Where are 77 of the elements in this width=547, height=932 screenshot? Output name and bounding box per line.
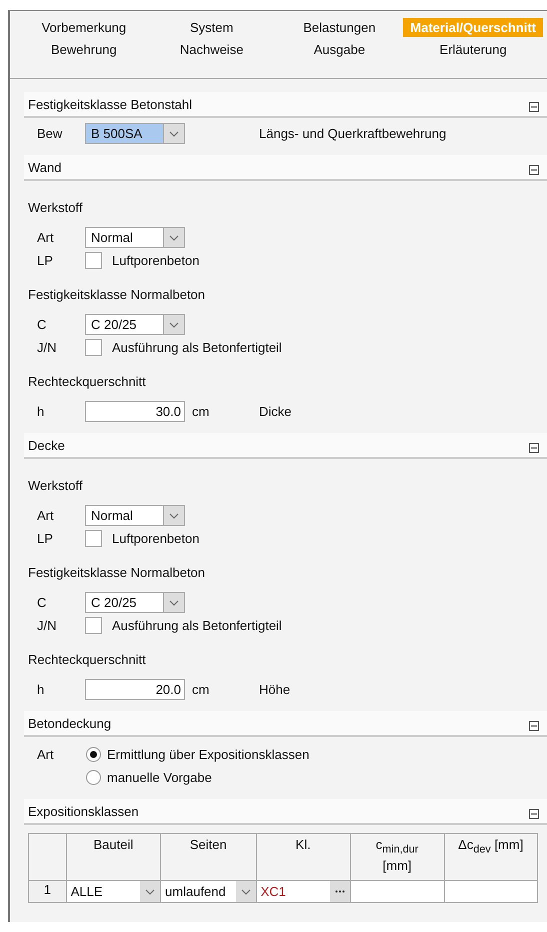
column-header: Δc$_{dev}$ [mm] bbox=[444, 834, 538, 880]
radio-button[interactable] bbox=[86, 747, 101, 762]
field-label: C bbox=[36, 595, 48, 610]
dropdown[interactable]: C 20/25 bbox=[85, 314, 185, 335]
dropdown[interactable]: B 500SA bbox=[85, 123, 185, 144]
field-label: Bew bbox=[36, 126, 64, 141]
column-header: Seiten bbox=[160, 834, 256, 880]
picker-cell[interactable]: XC1 bbox=[256, 880, 350, 902]
chevron-icon bbox=[169, 600, 179, 606]
section-title: Wand bbox=[28, 160, 62, 174]
field-description: Dicke bbox=[259, 404, 292, 419]
dropdown[interactable]: Normal bbox=[85, 227, 185, 248]
field-label: h bbox=[36, 682, 46, 697]
more-icon bbox=[334, 890, 345, 893]
subsection-heading: Werkstoff bbox=[28, 477, 84, 495]
field-description: Längs- und Querkraftbewehrung bbox=[259, 126, 446, 141]
chevron-icon bbox=[169, 512, 179, 518]
dropdown-cell[interactable]: umlaufend bbox=[160, 880, 256, 902]
collapse-icon[interactable] bbox=[529, 102, 539, 112]
field-label: J/N bbox=[36, 340, 58, 355]
tab[interactable]: Belastungen bbox=[297, 18, 382, 37]
section-title: Decke bbox=[28, 438, 65, 452]
chevron-icon bbox=[169, 130, 179, 136]
chevron-icon bbox=[169, 234, 179, 240]
row-number: 1 bbox=[28, 880, 66, 902]
tab[interactable]: Erläuterung bbox=[434, 40, 513, 59]
field-label: h bbox=[36, 404, 46, 419]
subsection-heading: Rechteckquerschnitt bbox=[28, 651, 147, 669]
tab[interactable]: Nachweise bbox=[174, 40, 250, 59]
section-title: Festigkeitsklasse Betonstahl bbox=[28, 96, 192, 112]
checkbox[interactable] bbox=[85, 252, 102, 269]
checkbox[interactable] bbox=[85, 530, 102, 547]
field-label: J/N bbox=[36, 618, 58, 633]
column-header: c$_{min,dur}$ [mm] bbox=[350, 834, 444, 880]
collapse-icon[interactable] bbox=[529, 809, 539, 819]
collapse-icon[interactable] bbox=[529, 721, 539, 731]
unit-label: cm bbox=[192, 404, 210, 419]
unit-label: cm bbox=[192, 682, 210, 697]
number-field[interactable]: 20.0 bbox=[85, 679, 185, 700]
checkbox-label: Luftporenbeton bbox=[112, 253, 200, 268]
checkbox-label: Ausführung als Betonfertigteil bbox=[112, 340, 282, 355]
field-label: Art bbox=[36, 230, 55, 245]
section-title: Expositionsklassen bbox=[28, 804, 139, 818]
tab[interactable]: System bbox=[184, 18, 240, 37]
tab[interactable]: Vorbemerkung bbox=[36, 18, 132, 37]
radio-button[interactable] bbox=[86, 770, 101, 785]
table-header-cell bbox=[28, 834, 66, 880]
collapse-icon[interactable] bbox=[529, 165, 539, 175]
subsection-heading: Festigkeitsklasse Normalbeton bbox=[28, 564, 206, 582]
section-title: Betondeckung bbox=[28, 716, 112, 730]
field-label: LP bbox=[36, 531, 54, 546]
dropdown[interactable]: C 20/25 bbox=[85, 592, 185, 613]
subsection-heading: Festigkeitsklasse Normalbeton bbox=[28, 286, 206, 304]
radio-label: Ermittlung über Expositionsklassen bbox=[107, 747, 310, 762]
field-label: LP bbox=[36, 253, 54, 268]
field-description: Höhe bbox=[259, 682, 290, 697]
collapse-icon[interactable] bbox=[529, 443, 539, 453]
column-header: Bauteil bbox=[66, 834, 161, 880]
subsection-heading: Werkstoff bbox=[28, 199, 84, 217]
column-header: Kl. bbox=[256, 834, 350, 880]
checkbox-label: Luftporenbeton bbox=[112, 531, 200, 546]
checkbox[interactable] bbox=[85, 617, 102, 634]
tab[interactable]: Bewehrung bbox=[44, 40, 123, 59]
field-label: Art bbox=[36, 508, 55, 523]
tab[interactable]: Ausgabe bbox=[308, 40, 372, 59]
chevron-icon bbox=[169, 322, 179, 328]
subsection-heading: Rechteckquerschnitt bbox=[28, 373, 147, 391]
checkbox-label: Ausführung als Betonfertigteil bbox=[112, 618, 282, 633]
chevron-icon bbox=[240, 888, 251, 894]
dropdown-cell[interactable]: ALLE bbox=[66, 880, 161, 902]
chevron-icon bbox=[145, 888, 156, 894]
radio-label: manuelle Vorgabe bbox=[107, 770, 212, 785]
dropdown[interactable]: Normal bbox=[85, 505, 185, 526]
field-label: C bbox=[36, 317, 48, 332]
checkbox[interactable] bbox=[85, 339, 102, 356]
field-label: Art bbox=[36, 746, 55, 764]
number-field[interactable]: 30.0 bbox=[85, 401, 185, 422]
